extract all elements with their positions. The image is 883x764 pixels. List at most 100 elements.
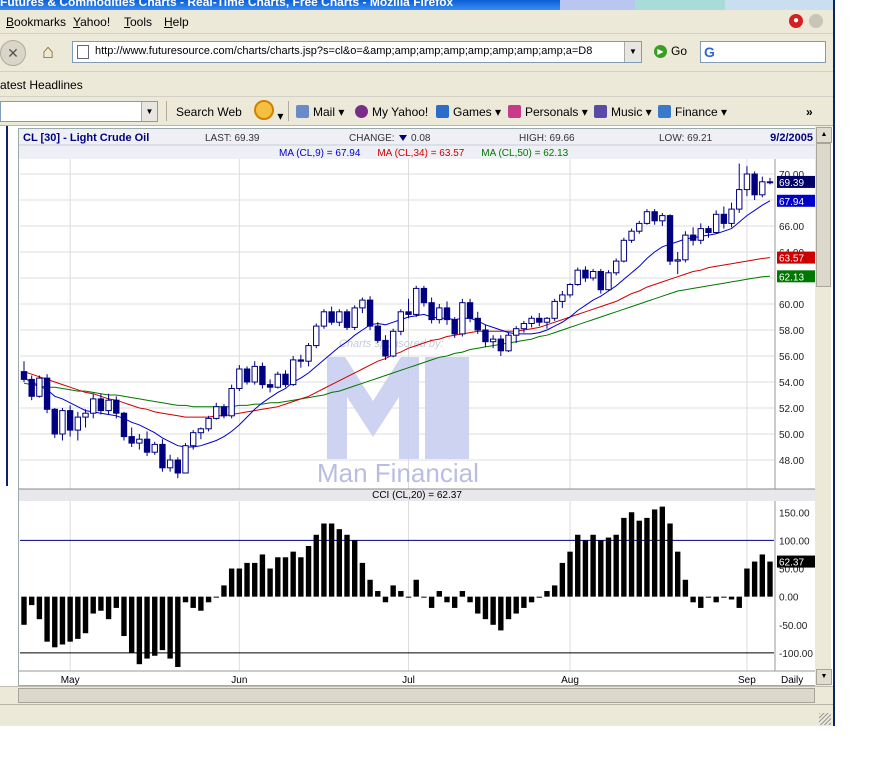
candle-body xyxy=(505,334,512,352)
candle-body xyxy=(374,325,381,341)
status-bar xyxy=(0,704,833,726)
url-dropdown-icon[interactable]: ▼ xyxy=(624,42,641,62)
yahoo-personals-button[interactable]: Personals ▾ xyxy=(508,105,588,119)
cci-bar xyxy=(605,537,612,597)
cci-bar xyxy=(344,534,350,597)
high-price: HIGH: 69.66 xyxy=(519,133,575,144)
cci-bar xyxy=(490,596,496,625)
candle-body xyxy=(159,443,166,469)
my-yahoo-icon xyxy=(355,105,368,118)
cci-bar xyxy=(21,596,27,625)
candle-body xyxy=(143,438,151,453)
cci-bar xyxy=(682,579,689,597)
stop-icon[interactable]: ✕ xyxy=(0,40,26,66)
candle-body xyxy=(20,371,28,380)
candle-body xyxy=(674,259,681,262)
candle-body xyxy=(128,436,135,444)
cci-bar xyxy=(705,596,712,598)
cci-bar xyxy=(182,596,189,603)
yahoo-combo-dropdown-icon[interactable]: ▼ xyxy=(141,102,157,121)
cci-bar xyxy=(36,596,43,620)
scroll-up-icon[interactable]: ▲ xyxy=(816,127,832,143)
x-axis-period-label: Daily xyxy=(781,675,803,685)
candle-body xyxy=(113,399,120,414)
yahoo-search-web-button[interactable]: Search Web xyxy=(176,105,242,119)
cci-bar xyxy=(698,596,704,608)
page-icon xyxy=(77,45,89,59)
candle-body xyxy=(582,269,589,279)
yahoo-mail-button[interactable]: Mail ▾ xyxy=(296,105,344,119)
bookmark-latest-headlines[interactable]: atest Headlines xyxy=(0,78,83,92)
cci-bar xyxy=(428,596,435,608)
url-bar[interactable]: ▼ xyxy=(72,41,642,63)
vertical-scrollbar[interactable]: ▲ ▼ xyxy=(815,126,832,686)
candle-body xyxy=(90,398,97,414)
cci-bar xyxy=(405,596,412,598)
price-tag-label: 67.94 xyxy=(779,197,804,208)
candle-body xyxy=(712,213,720,234)
candle-body xyxy=(328,311,335,323)
horizontal-scroll-thumb[interactable] xyxy=(18,688,815,703)
yahoo-finance-button[interactable]: Finance ▾ xyxy=(658,105,727,119)
cci-bar xyxy=(498,596,504,631)
cci-bar xyxy=(336,529,343,597)
yahoo-games-button[interactable]: Games ▾ xyxy=(436,105,501,119)
toolbar-separator xyxy=(166,101,167,121)
ma-legend-0: MA (CL,9) = 67.94 xyxy=(279,148,361,159)
browser-window: Futures & Commodities Charts - Real-Time… xyxy=(0,0,835,726)
last-price: LAST: 69.39 xyxy=(205,133,260,144)
cci-bar xyxy=(482,596,489,620)
yahoo-my-yahoo-button[interactable]: My Yahoo! xyxy=(355,105,428,119)
cci-bar xyxy=(544,591,550,597)
page-content: CL [30] - Light Crude Oil LAST: 69.39 CHAN… xyxy=(0,126,833,686)
horizontal-scrollbar[interactable] xyxy=(0,686,833,703)
cci-bar xyxy=(613,534,619,597)
stop-loading-icon[interactable]: ● xyxy=(789,14,803,28)
price-tick-label: 52.00 xyxy=(779,404,804,415)
go-button[interactable]: ▶ Go xyxy=(654,44,687,59)
candle-body xyxy=(351,307,358,328)
candle-body xyxy=(220,406,228,417)
candle-body xyxy=(205,417,212,430)
cci-bar xyxy=(367,579,373,597)
price-tick-label: 48.00 xyxy=(779,456,804,467)
cci-tick-label: -50.00 xyxy=(779,621,808,632)
candle-body xyxy=(243,368,251,383)
cci-bar xyxy=(590,534,596,597)
candle-body xyxy=(282,373,289,386)
cci-bar xyxy=(59,596,66,645)
candle-body xyxy=(43,377,51,410)
scroll-down-icon[interactable]: ▼ xyxy=(816,669,832,685)
candle-body xyxy=(666,215,674,262)
candle-body xyxy=(689,234,697,241)
price-tick-label: 56.00 xyxy=(779,352,804,363)
search-web-icon[interactable]: ▾ xyxy=(254,100,283,123)
menu-help[interactable]: Help xyxy=(164,15,189,29)
home-icon[interactable]: ⌂ xyxy=(36,40,60,64)
candle-body xyxy=(720,213,728,224)
candle-body xyxy=(474,317,481,331)
menu-yahoo[interactable]: Yahoo! xyxy=(73,15,110,29)
candle-body xyxy=(320,311,328,327)
title-bar: Futures & Commodities Charts - Real-Time… xyxy=(0,0,833,10)
menu-bookmarks[interactable]: Bookmarks xyxy=(6,15,66,29)
toolbar-separator xyxy=(288,101,289,121)
yahoo-toolbar: ▼ Search Web ▾ Mail ▾ My Yahoo! Games ▾ … xyxy=(0,97,833,126)
candle-body xyxy=(274,373,281,388)
candle-body xyxy=(705,228,712,233)
candle-body xyxy=(643,211,651,224)
cci-bar xyxy=(398,591,404,597)
cci-tag-label: 62.37 xyxy=(779,558,804,569)
candle-body xyxy=(97,398,105,412)
cci-bar xyxy=(436,591,442,597)
scroll-thumb[interactable] xyxy=(816,143,831,287)
search-box[interactable]: G xyxy=(700,41,826,63)
yahoo-search-combo[interactable]: ▼ xyxy=(0,101,158,122)
candle-body xyxy=(420,287,428,304)
yahoo-music-button[interactable]: Music ▾ xyxy=(594,105,652,119)
toolbar-overflow-chevron[interactable]: » xyxy=(806,105,813,119)
candle-body xyxy=(751,173,758,196)
url-input[interactable] xyxy=(95,43,615,59)
resize-grip-icon[interactable] xyxy=(819,713,831,725)
menu-tools[interactable]: Tools xyxy=(124,15,152,29)
